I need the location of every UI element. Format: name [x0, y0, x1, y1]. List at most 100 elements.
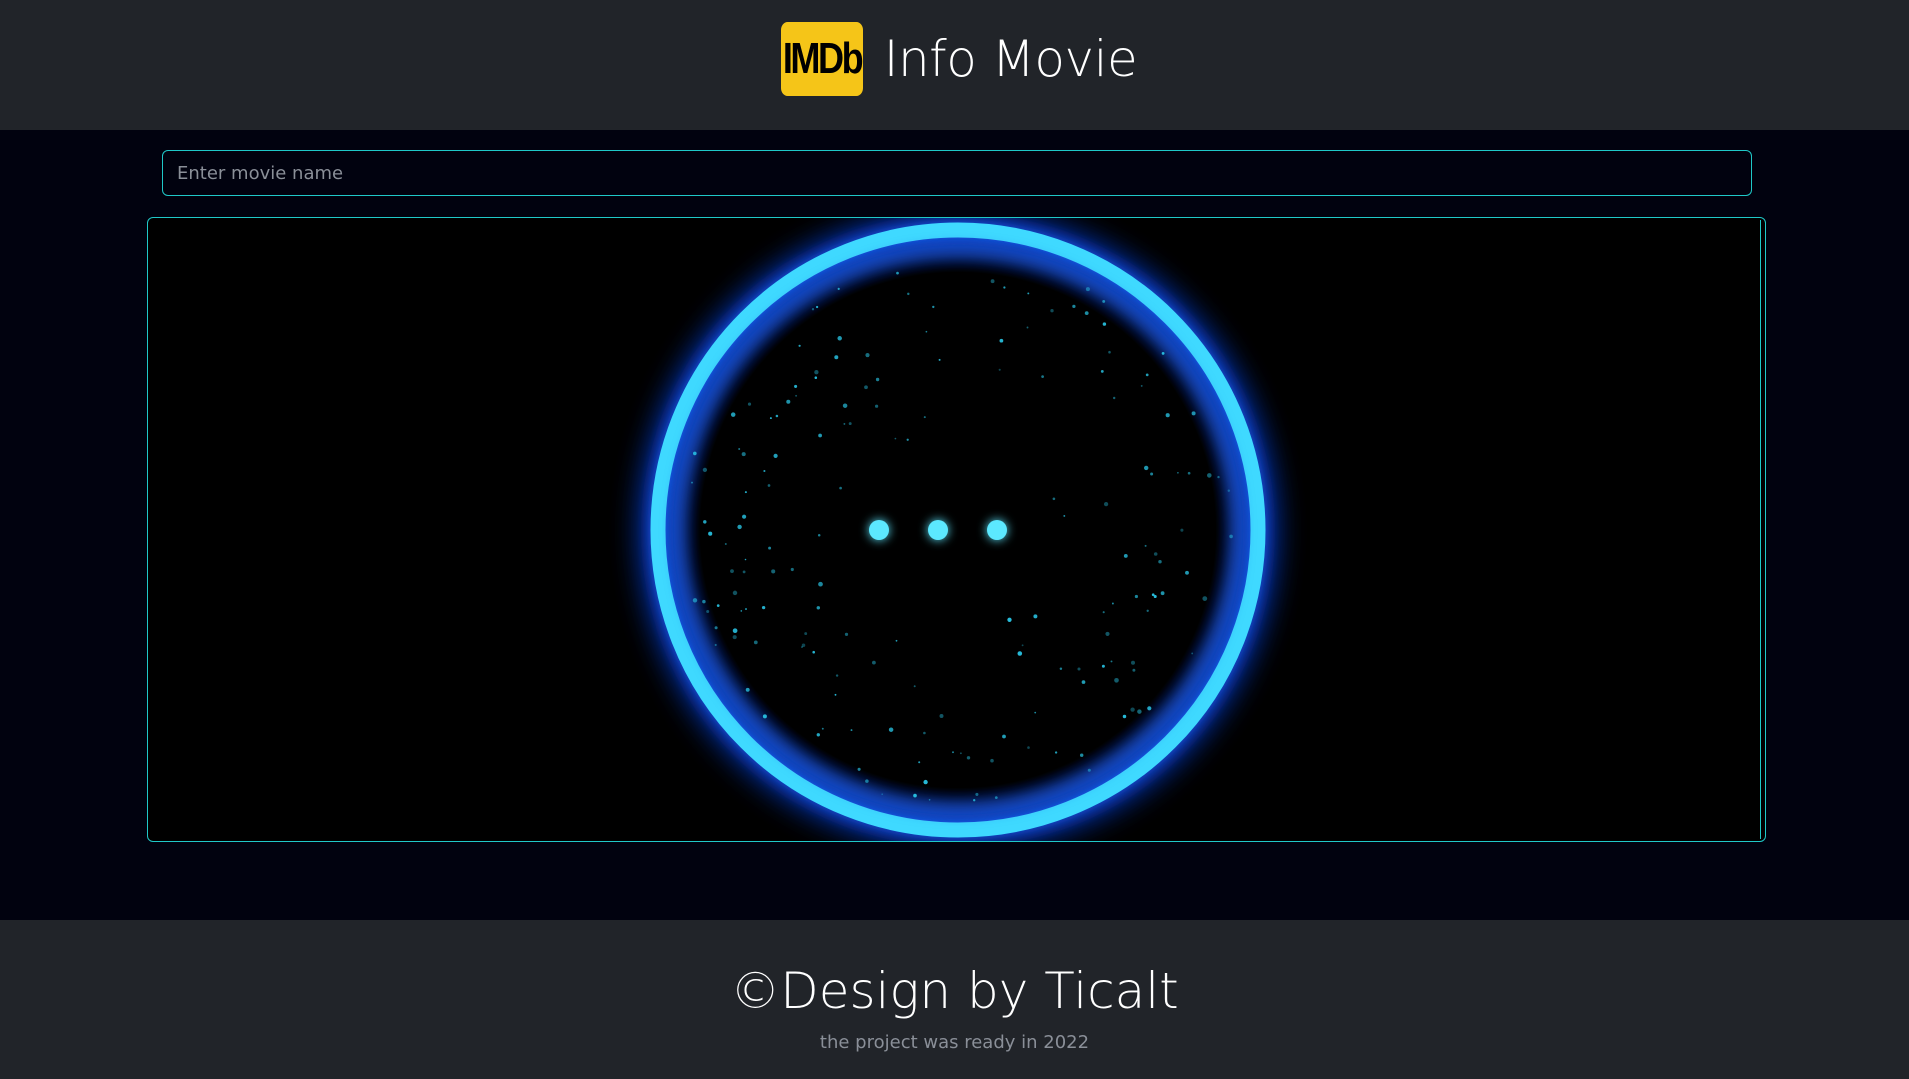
particle: [923, 779, 928, 785]
particle: [1229, 534, 1233, 539]
app-header: IMDb Info Movie: [0, 0, 1909, 130]
particle: [692, 598, 698, 603]
particle: [928, 798, 931, 801]
particle: [843, 422, 846, 425]
particle: [1102, 299, 1106, 303]
particle: [913, 793, 917, 798]
particle: [842, 403, 848, 408]
particle: [794, 384, 798, 388]
loading-dot: [869, 520, 889, 540]
particle: [896, 271, 899, 275]
particle: [1165, 413, 1170, 418]
particle: [1027, 292, 1030, 295]
particle: [767, 484, 771, 487]
particle: [811, 308, 815, 311]
particle: [817, 533, 821, 537]
particle: [1161, 351, 1165, 355]
particle: [768, 546, 772, 550]
particle: [692, 451, 697, 456]
particle: [895, 639, 898, 642]
particle: [691, 481, 693, 484]
particle: [1207, 473, 1212, 478]
particle: [1110, 660, 1113, 663]
particle: [1147, 706, 1152, 711]
particle: [1101, 664, 1105, 668]
particle: [875, 404, 879, 408]
particle: [1146, 609, 1149, 612]
particle: [814, 376, 818, 379]
particle: [804, 632, 808, 636]
particle: [966, 756, 971, 760]
particle: [816, 733, 820, 737]
imdb-logo: IMDb: [780, 22, 863, 96]
particle: [1050, 309, 1054, 313]
particle: [702, 467, 708, 473]
particle: [925, 330, 928, 333]
particle: [732, 635, 737, 640]
main-content: [0, 130, 1909, 920]
particle: [1145, 373, 1149, 377]
particle: [834, 355, 839, 360]
particle: [742, 570, 746, 574]
particle: [818, 433, 822, 438]
particle: [975, 792, 979, 796]
particle: [730, 569, 734, 573]
particle: [837, 336, 842, 341]
particle: [1113, 396, 1116, 400]
particle: [907, 292, 910, 296]
particle: [737, 524, 742, 530]
particle: [753, 640, 758, 645]
particle: [1059, 667, 1063, 671]
particle: [1143, 465, 1149, 471]
particle: [1140, 384, 1143, 387]
particle: [1180, 528, 1184, 532]
particle: [923, 416, 926, 419]
footer-subtitle: the project was ready in 2022: [819, 1032, 1090, 1053]
particle: [773, 453, 778, 458]
particle: [745, 687, 750, 692]
particle: [959, 752, 962, 755]
particle: [732, 628, 738, 634]
particle: [1114, 677, 1119, 683]
particle: [771, 569, 776, 574]
particle: [1150, 472, 1154, 476]
loading-dot: [928, 520, 948, 540]
particle: [730, 412, 736, 417]
particle: [839, 486, 842, 490]
particle: [812, 650, 815, 654]
particle: [952, 751, 954, 754]
particle: [742, 514, 747, 519]
particle: [1021, 644, 1024, 647]
particle: [990, 279, 995, 284]
movie-search-input[interactable]: [162, 150, 1752, 196]
particle: [923, 731, 926, 735]
particle: [1034, 711, 1037, 714]
particle: [769, 417, 772, 420]
particle: [998, 368, 1001, 371]
particle: [1102, 611, 1105, 614]
particle: [702, 599, 706, 604]
particle: [714, 626, 718, 630]
particle: [1137, 709, 1142, 714]
frame-edge-line: [1760, 220, 1761, 839]
particle: [1027, 746, 1030, 749]
particle: [918, 761, 921, 764]
particle: [906, 438, 909, 441]
particle: [708, 531, 713, 536]
particle: [865, 353, 870, 358]
particle: [888, 727, 894, 732]
particle: [775, 414, 779, 418]
result-panel: [147, 217, 1766, 842]
particle: [844, 632, 849, 637]
particle: [1202, 596, 1208, 601]
particle: [850, 729, 853, 732]
particle: [1160, 591, 1165, 596]
particle: [1084, 311, 1089, 315]
particle: [790, 567, 794, 572]
particle: [994, 796, 998, 799]
particle: [747, 402, 752, 406]
particle: [865, 779, 869, 783]
particle: [1063, 514, 1066, 517]
particle: [714, 643, 717, 647]
particle: [1153, 552, 1158, 556]
